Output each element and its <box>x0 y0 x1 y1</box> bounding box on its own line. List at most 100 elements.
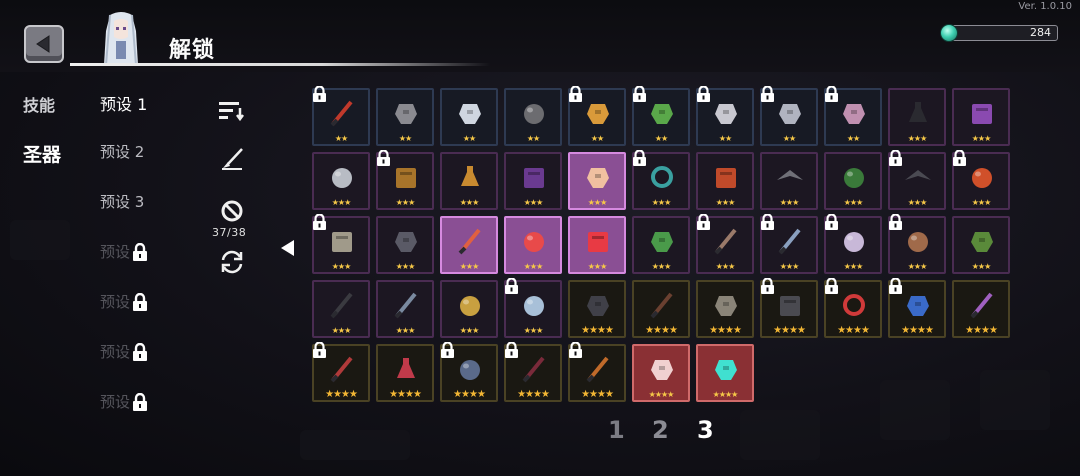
relic-slot-black-spear[interactable]: ★★★ <box>312 280 370 338</box>
relic-slot-black-gauntlet[interactable]: ★★★★ <box>568 280 626 338</box>
relic-slot-pink-helmet[interactable]: ★★★ <box>568 152 626 210</box>
page-3-button[interactable]: 3 <box>697 416 714 444</box>
relic-slot-feather[interactable]: ★★ <box>696 86 754 146</box>
star-rating: ★★★ <box>395 326 416 335</box>
star-rating: ★★★★ <box>517 389 550 400</box>
lock-icon <box>313 86 326 102</box>
lock-icon <box>313 214 326 230</box>
preset-3[interactable]: 预设 3 <box>100 191 144 212</box>
relic-slot-red-egg[interactable]: ★★★ <box>504 216 562 274</box>
star-rating: ★★★ <box>395 198 416 207</box>
relic-slot-crystal-cluster[interactable]: ★★ <box>824 86 882 146</box>
relic-slot-ghost-wisp[interactable]: ★★ <box>760 86 818 146</box>
star-rating: ★★★ <box>587 262 608 271</box>
lock-icon <box>133 242 148 261</box>
cycle-icon[interactable] <box>218 249 246 275</box>
black-spear-icon <box>330 292 353 319</box>
relic-slot-thorn-vine[interactable]: ★★★ <box>376 280 434 338</box>
header <box>0 0 1080 72</box>
collapse-arrow-icon[interactable] <box>279 238 297 258</box>
relic-slot-red-shield[interactable]: ★★★ <box>696 152 754 210</box>
relic-slot-iron-cross[interactable]: ★★★ <box>760 152 818 210</box>
relic-slot-green-pouch[interactable]: ★★★ <box>824 152 882 210</box>
relic-slot-dark-globe[interactable]: ★★★★ <box>440 342 498 402</box>
preset-6[interactable]: 预设 <box>100 341 148 362</box>
relic-slot-spyglass[interactable]: ★★★ <box>376 216 434 274</box>
relic-slot-medal[interactable]: ★★ <box>568 86 626 146</box>
preset-5[interactable]: 预设 <box>100 291 148 312</box>
relic-slot-cloud-swirl[interactable]: ★★★ <box>504 278 562 338</box>
relic-slot-skull-mask[interactable]: ★★★★ <box>696 280 754 338</box>
relic-slot-purple-tome[interactable]: ★★★ <box>952 88 1010 146</box>
relic-slot-flame-torch[interactable]: ★★★ <box>440 216 498 274</box>
star-rating: ★★★★ <box>837 325 870 336</box>
relic-slot-dark-flask[interactable]: ★★★ <box>888 88 946 146</box>
lock-icon <box>825 214 838 230</box>
preset-1[interactable]: 预设 1 <box>100 91 147 115</box>
relic-slot-grey-rock[interactable]: ★★★ <box>312 152 370 210</box>
relic-slot-fire-orb[interactable]: ★★★ <box>952 150 1010 210</box>
star-rating: ★★★ <box>971 134 992 143</box>
relic-slot-crescent-moon[interactable]: ★★★ <box>824 214 882 274</box>
relic-slot-stone-orb[interactable]: ★★ <box>504 88 562 146</box>
leaf-cloak-icon <box>971 232 993 252</box>
avatar <box>104 12 138 65</box>
relic-slot-flame-sword[interactable]: ★★★★ <box>568 342 626 402</box>
relic-slot-crossed-blades[interactable]: ★★ <box>312 86 370 146</box>
relic-slot-first-aid-kit[interactable]: ★★★ <box>568 216 626 274</box>
relic-slot-red-dagger[interactable]: ★★★★ <box>312 342 370 402</box>
relic-slot-golden-chalice[interactable]: ★★★ <box>440 152 498 210</box>
relic-slot-leaf-cloak[interactable]: ★★★ <box>952 216 1010 274</box>
flame-torch-icon <box>458 228 481 255</box>
preset-4[interactable]: 预设 <box>100 241 148 262</box>
relic-slot-blue-anvil[interactable]: ★★★★ <box>888 278 946 338</box>
relic-slot-quill-brush[interactable]: ★★★ <box>696 214 754 274</box>
relic-slot-red-ring[interactable]: ★★★★ <box>824 278 882 338</box>
red-crystal-shard-icon <box>651 360 673 380</box>
background-shape <box>300 430 410 460</box>
lock-icon <box>505 342 518 358</box>
relic-slot-purple-blade[interactable]: ★★★★ <box>952 280 1010 338</box>
star-rating: ★★ <box>590 134 604 143</box>
relic-slot-bat-wings[interactable]: ★★★ <box>888 150 946 210</box>
wood-box-icon <box>396 168 416 188</box>
brush-icon[interactable] <box>220 147 246 171</box>
preset-7[interactable]: 预设 <box>100 391 148 412</box>
relic-slot-gauntlet[interactable]: ★★ <box>376 88 434 146</box>
lock-icon <box>889 278 902 294</box>
relic-slot-wood-box[interactable]: ★★★ <box>376 150 434 210</box>
relic-slot-violet-book[interactable]: ★★★ <box>504 152 562 210</box>
tab-relics[interactable]: 圣器 <box>23 140 61 167</box>
tab-skills[interactable]: 技能 <box>23 92 55 116</box>
relic-slot-fur-pouch[interactable]: ★★★ <box>888 214 946 274</box>
relic-slot-red-crystal-shard[interactable]: ★★★★ <box>632 344 690 402</box>
star-rating: ★★ <box>462 134 476 143</box>
star-rating: ★★ <box>334 134 348 143</box>
violet-book-icon <box>524 168 544 188</box>
green-leaf-icon <box>651 104 673 124</box>
lock-icon <box>377 150 390 166</box>
relic-slot-green-leaf[interactable]: ★★ <box>632 86 690 146</box>
relic-slot-green-mask[interactable]: ★★★ <box>632 216 690 274</box>
back-arrow-icon <box>36 35 50 53</box>
relic-slot-antler-branch[interactable]: ★★★ <box>760 214 818 274</box>
page-1-button[interactable]: 1 <box>608 416 625 444</box>
relic-slot-red-potion[interactable]: ★★★★ <box>376 344 434 402</box>
star-rating: ★★★ <box>907 134 928 143</box>
dark-barrel-icon <box>780 296 800 316</box>
star-rating: ★★ <box>846 134 860 143</box>
relic-slot-apple[interactable]: ★★ <box>440 88 498 146</box>
relic-slot-syringe[interactable]: ★★★ <box>632 150 690 210</box>
relic-slot-bone-branch[interactable]: ★★★★ <box>632 280 690 338</box>
relic-slot-scroll-map[interactable]: ★★★ <box>312 214 370 274</box>
page-2-button[interactable]: 2 <box>652 416 669 444</box>
relic-slot-cyan-spirit-flame[interactable]: ★★★★ <box>696 344 754 402</box>
sort-icon[interactable] <box>219 100 245 122</box>
relic-slot-dark-barrel[interactable]: ★★★★ <box>760 278 818 338</box>
disable-icon[interactable] <box>220 199 244 223</box>
relic-slot-gold-nugget[interactable]: ★★★ <box>440 280 498 338</box>
relic-slot-crimson-staff[interactable]: ★★★★ <box>504 342 562 402</box>
preset-2[interactable]: 预设 2 <box>100 141 144 162</box>
lock-icon <box>825 278 838 294</box>
back-button[interactable] <box>24 25 64 63</box>
